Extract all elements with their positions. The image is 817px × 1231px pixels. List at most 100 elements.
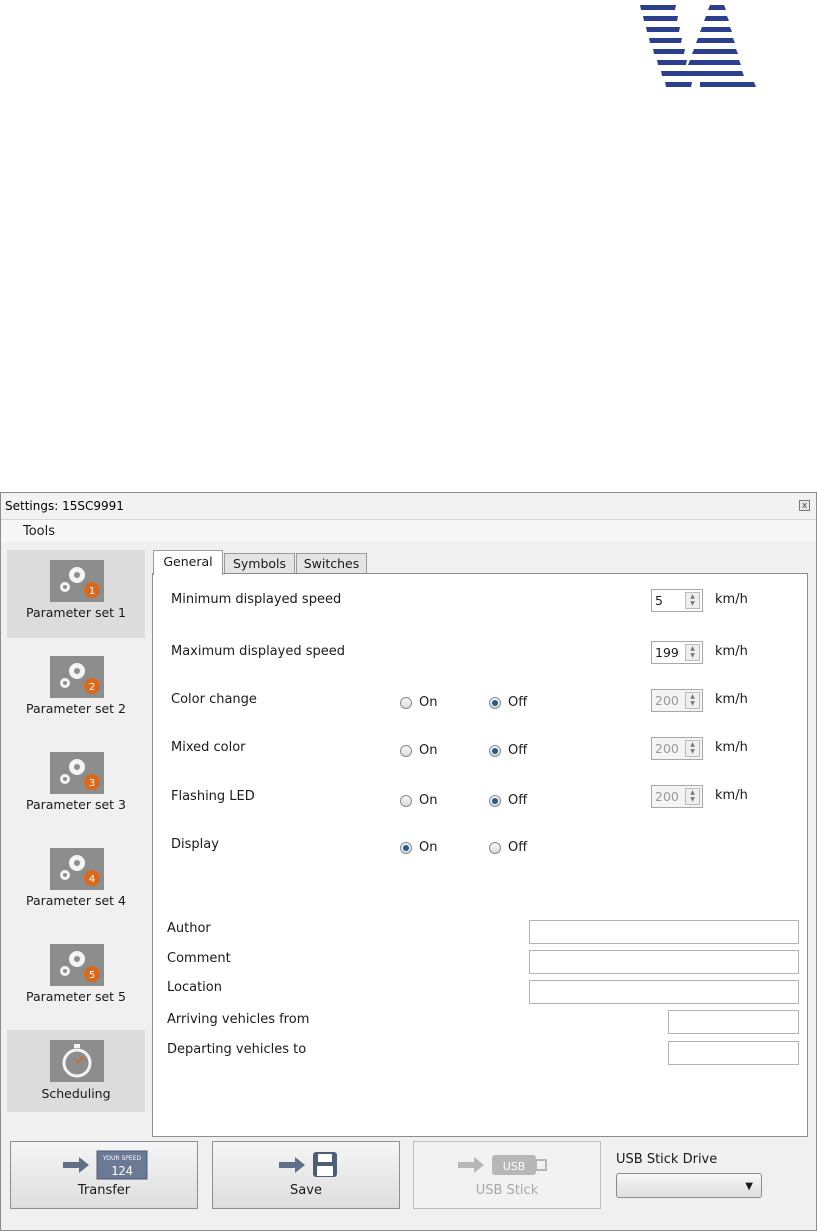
color-change-value: 200: [655, 693, 679, 708]
usb-drive-label: USB Stick Drive: [616, 1152, 718, 1167]
mixed-color-on-radio[interactable]: [400, 745, 412, 757]
mixed-color-label: Mixed color: [171, 740, 246, 755]
usb-stick-button-label: USB Stick: [475, 1183, 539, 1198]
display-number: 124: [111, 1164, 133, 1178]
flashing-led-on-label: On: [419, 793, 438, 808]
display-off-label: Off: [508, 840, 528, 855]
tab-switches[interactable]: Switches: [296, 553, 367, 573]
gears-2-icon: 2: [50, 656, 104, 698]
flashing-led-on-radio[interactable]: [400, 795, 412, 807]
save-button[interactable]: Save: [212, 1141, 400, 1209]
stopwatch-icon: [50, 1040, 104, 1082]
settings-window: Settings: 15SC9991 x Tools 1 Parameter s…: [0, 492, 817, 1231]
flashing-led-unit: km/h: [715, 788, 748, 803]
flashing-led-off-radio[interactable]: [489, 795, 501, 807]
window-title: Settings: 15SC9991: [5, 499, 124, 513]
floppy-disk-icon: [279, 1152, 337, 1177]
gears-5-icon: 5: [50, 944, 104, 986]
menu-bar: Tools: [1, 520, 816, 542]
flashing-led-value: 200: [655, 789, 679, 804]
display-on-radio[interactable]: [400, 842, 412, 854]
mixed-color-off-radio[interactable]: [489, 745, 501, 757]
mixed-color-unit: km/h: [715, 740, 748, 755]
title-bar: Settings: 15SC9991 x: [1, 493, 816, 520]
color-change-unit: km/h: [715, 692, 748, 707]
comment-label: Comment: [167, 951, 231, 966]
usb-drive-select[interactable]: ▼: [616, 1173, 762, 1198]
color-change-on-radio[interactable]: [400, 697, 412, 709]
sidebar-item-parameter-set-5[interactable]: 5 Parameter set 5: [7, 934, 145, 1022]
badge-number: 5: [89, 970, 95, 981]
flashing-led-off-label: Off: [508, 793, 528, 808]
max-speed-spinner[interactable]: 199 ▲ ▼: [651, 641, 703, 664]
general-panel: Minimum displayed speed 5 ▲ ▼ km/h Maximu…: [152, 573, 808, 1137]
gears-1-icon: 1: [50, 560, 104, 602]
sidebar-item-parameter-set-2[interactable]: 2 Parameter set 2: [7, 646, 145, 734]
color-change-spinner: 200 ▲ ▼: [651, 689, 703, 712]
display-label: Display: [171, 837, 219, 852]
arriving-label: Arriving vehicles from: [167, 1012, 310, 1027]
mixed-color-spinner: 200 ▲ ▼: [651, 737, 703, 760]
spinner-arrows-icon: ▲ ▼: [685, 788, 700, 805]
display-caption: YOUR SPEED: [102, 1155, 142, 1162]
transfer-display-icon: YOUR SPEED 124: [63, 1150, 148, 1180]
departing-label: Departing vehicles to: [167, 1042, 307, 1057]
gears-3-icon: 3: [50, 752, 104, 794]
transfer-button-label: Transfer: [77, 1183, 131, 1198]
color-change-on-label: On: [419, 695, 438, 710]
sidebar-item-parameter-set-3[interactable]: 3 Parameter set 3: [7, 742, 145, 830]
color-change-off-radio[interactable]: [489, 697, 501, 709]
sidebar-item-scheduling[interactable]: Scheduling: [7, 1030, 145, 1112]
min-speed-unit: km/h: [715, 592, 748, 607]
spinner-arrows-icon[interactable]: ▲ ▼: [685, 592, 700, 609]
min-speed-spinner[interactable]: 5 ▲ ▼: [651, 589, 703, 612]
badge-number: 1: [89, 586, 95, 597]
max-speed-label: Maximum displayed speed: [171, 644, 346, 659]
sidebar-item-label: Scheduling: [41, 1086, 111, 1101]
max-speed-unit: km/h: [715, 644, 748, 659]
badge-number: 4: [89, 874, 95, 885]
sidebar-item-parameter-set-1[interactable]: 1 Parameter set 1: [7, 550, 145, 638]
max-speed-value: 199: [655, 645, 679, 660]
transfer-button[interactable]: YOUR SPEED 124 Transfer: [10, 1141, 198, 1209]
mixed-color-value: 200: [655, 741, 679, 756]
sidebar-item-parameter-set-4[interactable]: 4 Parameter set 4: [7, 838, 145, 926]
sidebar-item-label: Parameter set 1: [25, 605, 127, 620]
spinner-arrows-icon[interactable]: ▲ ▼: [685, 644, 700, 661]
location-field[interactable]: [529, 980, 799, 1004]
location-label: Location: [167, 980, 222, 995]
close-button[interactable]: x: [799, 500, 810, 511]
mixed-color-on-label: On: [419, 743, 438, 758]
save-button-label: Save: [290, 1183, 322, 1198]
flashing-led-spinner: 200 ▲ ▼: [651, 785, 703, 808]
chevron-down-icon: ▼: [745, 1181, 753, 1192]
spinner-arrows-icon: ▲ ▼: [685, 740, 700, 757]
sidebar-item-label: Parameter set 2: [25, 701, 127, 716]
arriving-field[interactable]: [668, 1010, 799, 1034]
min-speed-label: Minimum displayed speed: [171, 592, 342, 607]
mixed-color-off-label: Off: [508, 743, 528, 758]
tab-symbols[interactable]: Symbols: [224, 553, 295, 573]
usb-stick-icon: USB: [458, 1155, 547, 1175]
badge-number: 2: [89, 682, 95, 693]
usb-icon-text: USB: [503, 1160, 526, 1173]
company-logo: [640, 5, 756, 87]
badge-number: 3: [89, 778, 95, 789]
author-field[interactable]: [529, 920, 799, 944]
color-change-off-label: Off: [508, 695, 528, 710]
display-on-label: On: [419, 840, 438, 855]
tab-general[interactable]: General: [153, 550, 223, 575]
departing-field[interactable]: [668, 1041, 799, 1065]
comment-field[interactable]: [529, 950, 799, 974]
spinner-arrows-icon: ▲ ▼: [685, 692, 700, 709]
flashing-led-label: Flashing LED: [171, 789, 255, 804]
color-change-label: Color change: [171, 692, 257, 707]
usb-stick-button[interactable]: USB USB Stick: [413, 1141, 601, 1209]
gears-4-icon: 4: [50, 848, 104, 890]
sidebar-item-label: Parameter set 5: [25, 989, 127, 1004]
menu-tools[interactable]: Tools: [23, 524, 55, 539]
display-off-radio[interactable]: [489, 842, 501, 854]
min-speed-value: 5: [655, 593, 663, 608]
close-icon: x: [801, 501, 808, 511]
author-label: Author: [167, 921, 211, 936]
